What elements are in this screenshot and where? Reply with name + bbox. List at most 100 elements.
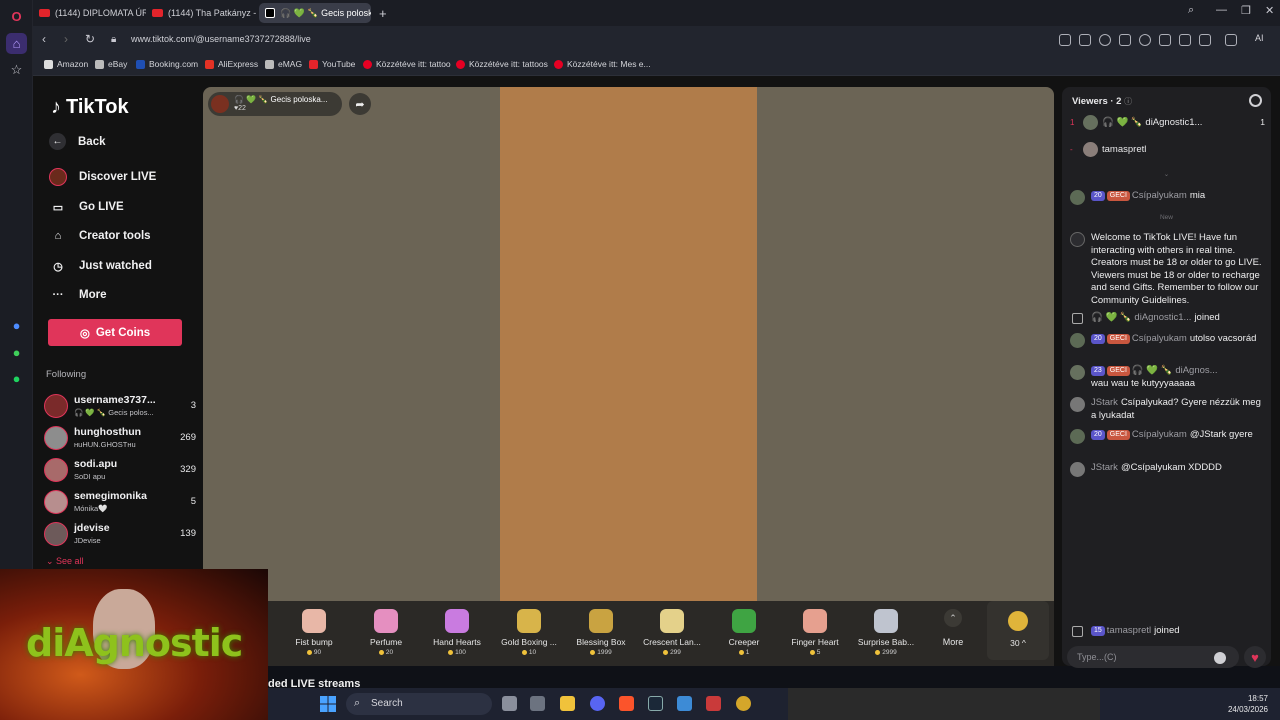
- nav-just-watched[interactable]: ◷ Just watched: [49, 257, 152, 275]
- search-icon: ⌕: [354, 697, 361, 709]
- gift-item[interactable]: Perfume 20: [354, 609, 418, 656]
- play-icon[interactable]: [1119, 34, 1131, 46]
- gift-item[interactable]: Crescent Lan... 299: [640, 609, 704, 656]
- blessing-box-icon: [589, 609, 613, 633]
- maximize-icon[interactable]: ❐: [1241, 4, 1251, 17]
- bookmark-booking[interactable]: Booking.com: [136, 59, 198, 69]
- brave-icon[interactable]: [619, 696, 634, 711]
- bookmark-youtube[interactable]: YouTube: [309, 59, 355, 69]
- heart-icon[interactable]: [1139, 34, 1151, 46]
- opera-logo-icon[interactable]: O: [6, 6, 27, 27]
- camera-icon[interactable]: [1079, 34, 1091, 46]
- ai-button[interactable]: AI: [1255, 33, 1264, 43]
- chat-message: 20 GECI Csípalyukam mia: [1070, 190, 1265, 205]
- home-icon[interactable]: ⌂: [6, 33, 27, 54]
- host-info[interactable]: 🎧 💚 🍾 Gecis poloska... ♥22: [208, 92, 342, 116]
- bookmark-pinterest-2[interactable]: Közzétéve itt: tattoos: [456, 59, 548, 69]
- reload-icon[interactable]: ↻: [85, 32, 95, 46]
- gift-item[interactable]: Finger Heart 5: [783, 609, 847, 656]
- avatar: [211, 95, 229, 113]
- coin-balance-button[interactable]: 30 ^: [987, 601, 1049, 660]
- tab-tiktok-live[interactable]: 🎧 💚 🍾 Gecis polosk: [259, 3, 371, 23]
- url-field[interactable]: www.tiktok.com/@username3737272888/live: [131, 34, 311, 44]
- discord-icon[interactable]: [590, 696, 605, 711]
- widgets-icon[interactable]: [530, 696, 545, 711]
- task-view-icon[interactable]: [502, 696, 517, 711]
- following-item[interactable]: sodi.apu SoDI apu 329: [44, 456, 196, 484]
- viewer-row[interactable]: 1 🎧 💚 🍾 diAgnostic1... 1: [1070, 115, 1265, 133]
- following-item[interactable]: semegimonika Mónika🤍 5: [44, 488, 196, 516]
- bookmark-pinterest-3[interactable]: Közzétéve itt: Mes e...: [554, 59, 651, 69]
- back-arrow-icon[interactable]: ‹: [42, 32, 46, 46]
- chat-panel: Viewers · 2 ⓘ 1 🎧 💚 🍾 diAgnostic1... 1 -…: [1062, 87, 1271, 668]
- chat-message: 23 GECI 🎧 💚 🍾 diAgnos... wau wau te kutyyya…: [1070, 365, 1265, 390]
- system-clock[interactable]: 18:57 24/03/2026: [1228, 693, 1268, 715]
- new-tab-button[interactable]: +: [375, 3, 393, 23]
- tiktok-logo[interactable]: ♪ TikTok: [51, 96, 129, 119]
- minimize-icon[interactable]: —: [1216, 4, 1227, 16]
- bookmark-emag[interactable]: eMAG: [265, 59, 302, 69]
- more-gifts-button[interactable]: ⌃ More: [933, 609, 973, 647]
- edit-icon[interactable]: [1059, 34, 1071, 46]
- viewer-row[interactable]: - tamaspretl: [1070, 142, 1265, 160]
- extensions-icon[interactable]: [1199, 34, 1211, 46]
- following-item[interactable]: username3737... 🎧 💚 🍾 Gecis polos... 3: [44, 392, 196, 420]
- gift-item[interactable]: Surprise Bab... 2999: [854, 609, 918, 656]
- youtube-icon: [152, 9, 163, 17]
- shield-icon[interactable]: [1099, 34, 1111, 46]
- settings-gear-icon[interactable]: [1249, 94, 1262, 107]
- gift-item[interactable]: Fist bump 90: [282, 609, 346, 656]
- emoji-icon[interactable]: [1214, 652, 1226, 664]
- nav-creator-tools[interactable]: ⌂ Creator tools: [49, 227, 151, 245]
- close-window-icon[interactable]: ✕: [1265, 4, 1274, 17]
- help-icon[interactable]: ⓘ: [1124, 97, 1132, 106]
- see-all-link[interactable]: ⌄ See all: [46, 556, 84, 567]
- tab-youtube-1[interactable]: (1144) DIPLOMATA ÚR - Y: [33, 3, 146, 23]
- back-button[interactable]: ← Back: [49, 133, 106, 150]
- windows-start-icon[interactable]: [320, 696, 336, 712]
- spotify-icon[interactable]: ●: [6, 368, 27, 389]
- bookmark-aliexpress[interactable]: AliExpress: [205, 59, 258, 69]
- tab-youtube-2[interactable]: (1144) Tha Patkányz - Go: [146, 3, 258, 23]
- search-tabs-icon[interactable]: ⌕: [1188, 4, 1194, 17]
- forward-arrow-icon[interactable]: ›: [64, 32, 68, 46]
- bookmark-ebay[interactable]: eBay: [95, 59, 127, 69]
- share-icon[interactable]: ➦: [349, 93, 371, 115]
- taskbar-search[interactable]: ⌕ Search: [346, 693, 492, 715]
- new-messages-divider: New: [1159, 214, 1173, 221]
- download-icon[interactable]: [1159, 34, 1171, 46]
- live-video-player[interactable]: 🎧 💚 🍾 Gecis poloska... ♥22 ➦ Fist bump 90…: [203, 87, 1054, 666]
- nav-go-live[interactable]: ▭ Go LIVE: [49, 198, 124, 216]
- avatar: [1070, 333, 1085, 348]
- gift-item[interactable]: Creeper 1: [712, 609, 776, 656]
- following-heading: Following: [46, 369, 87, 380]
- messenger-icon[interactable]: ●: [6, 315, 27, 336]
- following-item[interactable]: jdevise JDevise 139: [44, 520, 196, 548]
- avatar: [1083, 115, 1098, 130]
- following-item[interactable]: hunghosthun ʜuHUN.GHOSTʜu 269: [44, 424, 196, 452]
- nav-more[interactable]: ··· More: [49, 286, 107, 304]
- collapse-chevron-icon[interactable]: ⌄: [1062, 170, 1271, 178]
- coin-app-icon[interactable]: [736, 696, 751, 711]
- coin-icon: [809, 649, 815, 655]
- tf-app-icon[interactable]: [706, 696, 721, 711]
- gift-item[interactable]: Blessing Box 1999: [569, 609, 633, 656]
- steam-icon[interactable]: [648, 696, 663, 711]
- star-icon[interactable]: ☆: [6, 59, 27, 80]
- nav-discover-live[interactable]: Discover LIVE: [49, 168, 156, 186]
- bookmark-pinterest-1[interactable]: Közzétéve itt: tattoo: [363, 59, 451, 69]
- fist-bump-icon: [302, 609, 326, 633]
- file-explorer-icon[interactable]: [560, 696, 575, 711]
- viewers-header[interactable]: Viewers · 2 ⓘ: [1072, 96, 1132, 107]
- get-coins-button[interactable]: ◎ Get Coins: [48, 319, 182, 346]
- gift-item[interactable]: Gold Boxing ... 10: [497, 609, 561, 656]
- photos-icon[interactable]: [677, 696, 692, 711]
- surprise-box-icon: [874, 609, 898, 633]
- bookmark-amazon[interactable]: Amazon: [44, 59, 88, 69]
- video-frame: [500, 87, 757, 601]
- whatsapp-icon[interactable]: ●: [6, 342, 27, 363]
- cube-icon[interactable]: [1225, 34, 1237, 46]
- like-heart-button[interactable]: ♥: [1244, 646, 1266, 668]
- gift-item[interactable]: Hand Hearts 100: [425, 609, 489, 656]
- menu-icon[interactable]: [1179, 34, 1191, 46]
